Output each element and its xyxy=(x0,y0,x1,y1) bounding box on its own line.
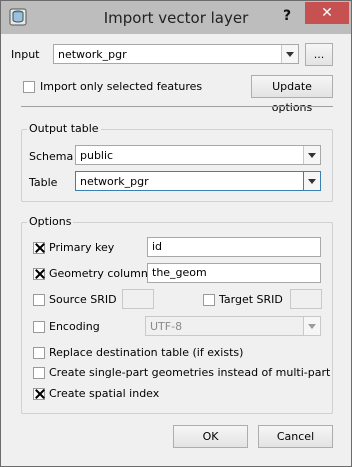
update-options-button[interactable]: Update options xyxy=(251,75,333,114)
import-vector-layer-dialog: Import vector layer ? ✕ Input network_pg… xyxy=(0,0,352,467)
spatial-index-checkbox[interactable] xyxy=(33,388,45,400)
single-part-checkbox[interactable] xyxy=(33,367,45,379)
schema-value: public xyxy=(80,149,114,162)
encoding-combo[interactable]: UTF-8 xyxy=(145,316,321,336)
import-selected-checkbox[interactable] xyxy=(23,81,35,93)
chevron-down-icon[interactable] xyxy=(303,146,320,164)
close-button[interactable]: ✕ xyxy=(305,2,349,24)
spatial-index-label: Create spatial index xyxy=(49,387,160,400)
browse-button[interactable]: ... xyxy=(305,43,333,66)
target-srid-input[interactable] xyxy=(290,289,322,309)
encoding-value: UTF-8 xyxy=(150,320,183,333)
output-table-title: Output table xyxy=(27,122,101,135)
encoding-label: Encoding xyxy=(49,320,100,333)
geometry-column-checkbox[interactable] xyxy=(33,268,45,280)
replace-table-checkbox[interactable] xyxy=(33,347,45,359)
schema-combo[interactable]: public xyxy=(75,145,321,165)
help-button[interactable]: ? xyxy=(277,6,297,26)
source-srid-label: Source SRID xyxy=(49,293,117,306)
geometry-column-label: Geometry column xyxy=(49,267,148,280)
source-srid-input[interactable] xyxy=(122,289,154,309)
table-value: network_pgr xyxy=(80,175,149,188)
options-title: Options xyxy=(27,215,74,228)
output-table-group xyxy=(21,129,333,202)
single-part-label: Create single-part geometries instead of… xyxy=(49,366,331,379)
primary-key-label: Primary key xyxy=(49,241,115,254)
encoding-checkbox[interactable] xyxy=(33,321,45,333)
replace-table-label: Replace destination table (if exists) xyxy=(49,346,244,359)
chevron-down-icon[interactable] xyxy=(303,317,320,335)
primary-key-checkbox[interactable] xyxy=(33,242,45,254)
chevron-down-icon[interactable] xyxy=(281,45,298,63)
input-label: Input xyxy=(11,48,40,61)
source-srid-checkbox[interactable] xyxy=(33,294,45,306)
geometry-column-input[interactable]: the_geom xyxy=(147,263,321,283)
dialog-content: Input network_pgr ... Import only select… xyxy=(9,34,343,458)
chevron-down-icon[interactable] xyxy=(303,172,320,190)
table-combo[interactable]: network_pgr xyxy=(75,171,321,191)
separator xyxy=(21,106,333,107)
window-title: Import vector layer xyxy=(103,9,249,27)
primary-key-input[interactable]: id xyxy=(147,237,321,257)
import-selected-label: Import only selected features xyxy=(40,80,203,93)
title-bar[interactable]: Import vector layer ? ✕ xyxy=(1,1,351,34)
cancel-button[interactable]: Cancel xyxy=(258,425,333,448)
ok-button[interactable]: OK xyxy=(173,425,248,448)
input-layer-value: network_pgr xyxy=(58,48,127,61)
input-layer-combo[interactable]: network_pgr xyxy=(53,44,299,64)
schema-label: Schema xyxy=(29,150,74,163)
target-srid-checkbox[interactable] xyxy=(203,294,215,306)
table-label: Table xyxy=(29,176,58,189)
target-srid-label: Target SRID xyxy=(219,293,283,306)
